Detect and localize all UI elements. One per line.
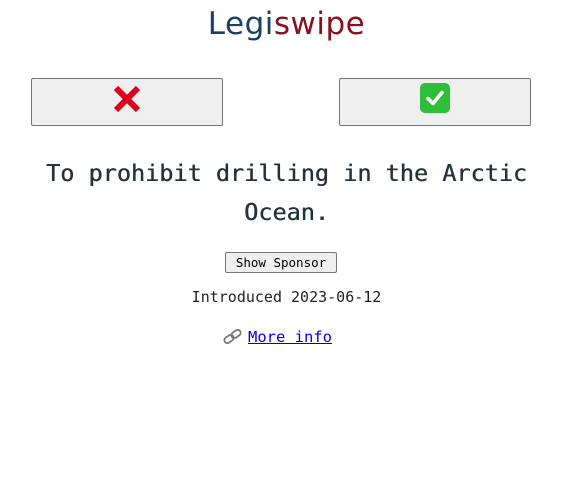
introduced-date: Introduced 2023-06-12 [191, 288, 382, 306]
app-logo: Legiswipe [0, 6, 573, 42]
check-mark-button-icon [420, 83, 450, 113]
reject-button[interactable] [31, 78, 223, 126]
bill-title: To prohibit drilling in the Arctic Ocean… [45, 159, 528, 226]
cross-mark-icon [111, 79, 143, 118]
more-info-link[interactable]: More info [222, 327, 332, 347]
approve-button[interactable] [339, 78, 531, 126]
link-icon [222, 327, 244, 347]
logo-part-swipe: swipe [273, 6, 366, 42]
more-info-label: More info [248, 328, 332, 346]
logo-part-legi: Legi [207, 6, 274, 42]
show-sponsor-button[interactable]: Show Sponsor [225, 252, 337, 273]
